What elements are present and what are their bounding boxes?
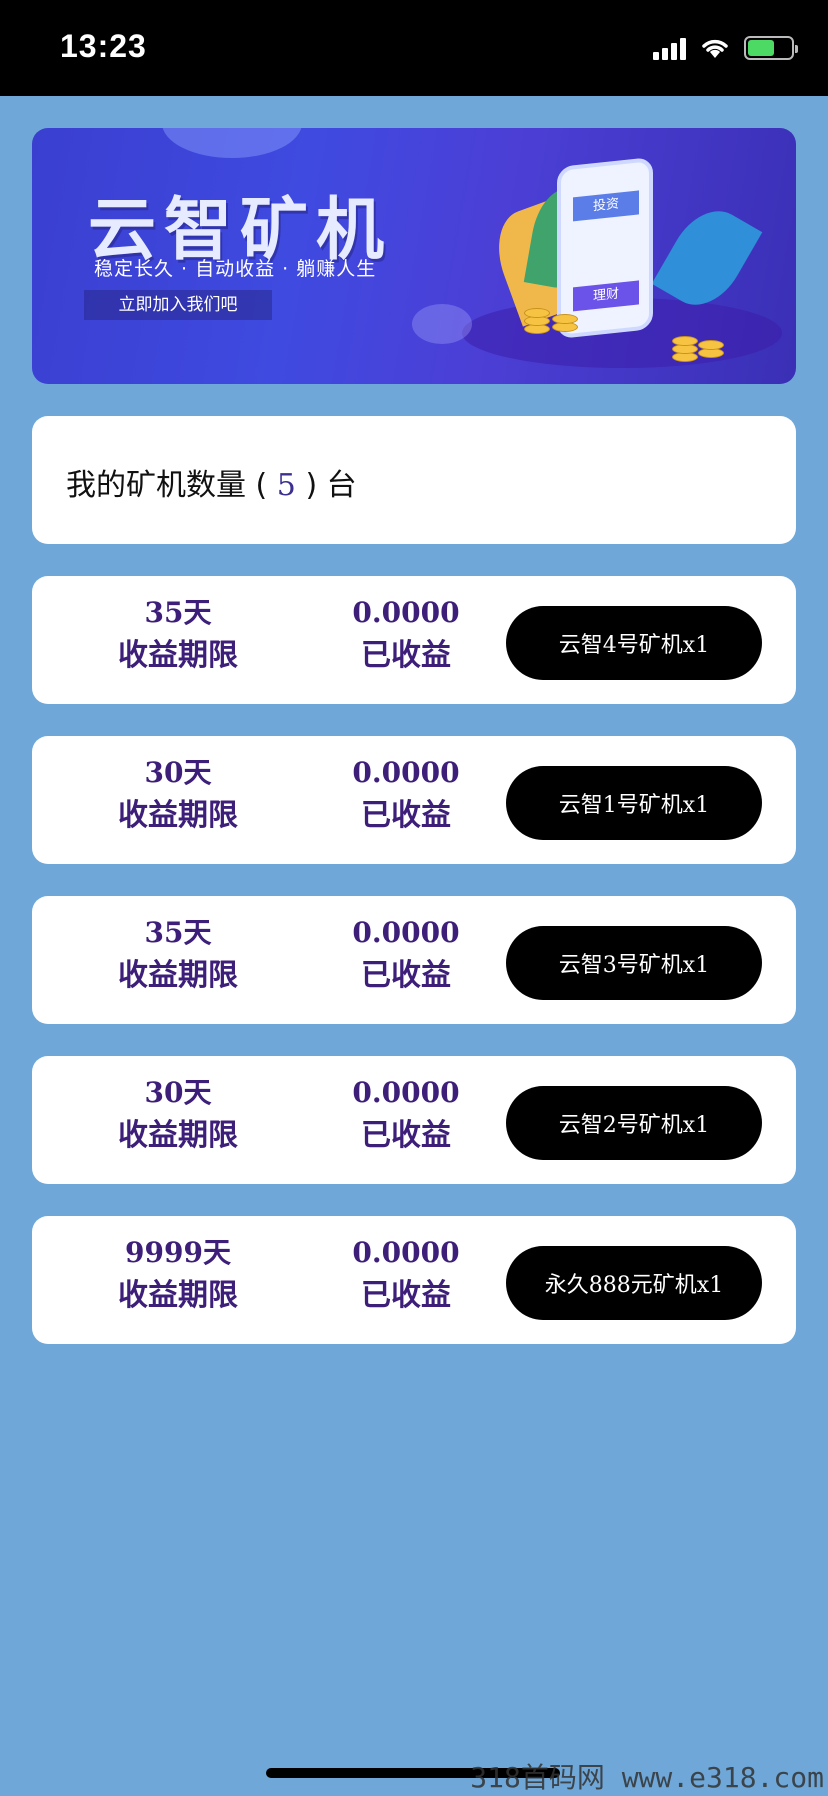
status-bar: 13:23 (0, 0, 828, 96)
machine-card: 30天 收益期限 0.0000 已收益 云智1号矿机x1 (32, 736, 796, 864)
machine-count-card: 我的矿机数量 ( 5 ) 台 (32, 416, 796, 544)
earned-label: 已收益 (361, 1278, 451, 1313)
term-column: 35天 收益期限 (78, 914, 278, 1000)
earned-label: 已收益 (361, 798, 451, 833)
term-column: 30天 收益期限 (78, 754, 278, 840)
machine-card: 35天 收益期限 0.0000 已收益 云智3号矿机x1 (32, 896, 796, 1024)
earned-value: 0.0000 (352, 596, 460, 629)
status-icons (653, 36, 798, 60)
earned-value: 0.0000 (352, 916, 460, 949)
earned-column: 0.0000 已收益 (306, 754, 506, 840)
earned-label: 已收益 (361, 1118, 451, 1153)
machine-card: 30天 收益期限 0.0000 已收益 云智2号矿机x1 (32, 1056, 796, 1184)
term-column: 9999天 收益期限 (78, 1234, 278, 1320)
machine-count-value: 5 (276, 468, 296, 503)
banner-subtitle: 稳定长久 · 自动收益 · 躺赚人生 (94, 258, 377, 280)
earned-value: 0.0000 (352, 1076, 460, 1109)
machine-name-button[interactable]: 永久888元矿机x1 (506, 1246, 762, 1320)
earned-label: 已收益 (361, 958, 451, 993)
banner-join-button[interactable]: 立即加入我们吧 (84, 290, 272, 320)
machine-count-text: 我的矿机数量 ( 5 ) 台 (66, 468, 357, 503)
term-label: 收益期限 (118, 638, 238, 673)
term-days: 9999天 (125, 1236, 231, 1269)
earned-column: 0.0000 已收益 (306, 594, 506, 680)
term-column: 30天 收益期限 (78, 1074, 278, 1160)
term-days: 35天 (144, 596, 212, 629)
term-column: 35天 收益期限 (78, 594, 278, 680)
term-label: 收益期限 (118, 1278, 238, 1313)
machine-name-button[interactable]: 云智3号矿机x1 (506, 926, 762, 1000)
earned-value: 0.0000 (352, 1236, 460, 1269)
earned-column: 0.0000 已收益 (306, 1074, 506, 1160)
machine-name-button[interactable]: 云智4号矿机x1 (506, 606, 762, 680)
battery-icon (744, 36, 798, 60)
earned-value: 0.0000 (352, 756, 460, 789)
watermark: 318首码网 www.e318.com (470, 1761, 824, 1794)
status-time: 13:23 (60, 28, 147, 64)
term-days: 30天 (144, 756, 212, 789)
machine-card: 35天 收益期限 0.0000 已收益 云智4号矿机x1 (32, 576, 796, 704)
phone-illustration: 投资 理财 (557, 156, 653, 340)
wifi-icon (702, 39, 728, 58)
signal-icon (653, 36, 686, 60)
term-days: 35天 (144, 916, 212, 949)
earned-column: 0.0000 已收益 (306, 914, 506, 1000)
machine-name-button[interactable]: 云智1号矿机x1 (506, 766, 762, 840)
term-days: 30天 (144, 1076, 212, 1109)
term-label: 收益期限 (118, 1118, 238, 1153)
promo-banner[interactable]: 云智矿机 稳定长久 · 自动收益 · 躺赚人生 立即加入我们吧 投资 理财 (32, 128, 796, 384)
term-label: 收益期限 (118, 798, 238, 833)
earned-column: 0.0000 已收益 (306, 1234, 506, 1320)
term-label: 收益期限 (118, 958, 238, 993)
machine-name-button[interactable]: 云智2号矿机x1 (506, 1086, 762, 1160)
machine-card: 9999天 收益期限 0.0000 已收益 永久888元矿机x1 (32, 1216, 796, 1344)
earned-label: 已收益 (361, 638, 451, 673)
